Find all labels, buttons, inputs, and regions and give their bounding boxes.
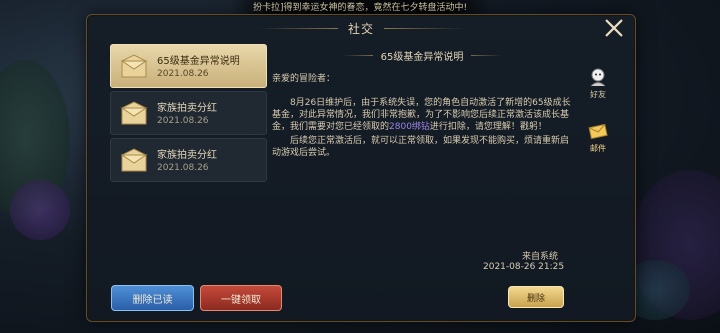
friends-icon: [590, 68, 606, 87]
header-divider: [342, 54, 373, 56]
mail-item-date: 2021.08.26: [157, 163, 209, 173]
mail-content-header: 65级基金异常说明: [272, 44, 572, 66]
panel-title-bar: 社交: [87, 15, 635, 41]
envelope-icon: [120, 54, 148, 78]
title-divider: [257, 27, 338, 29]
mail-content: 65级基金异常说明 亲爱的冒险者： 8月26日维护后，由于系统失误，您的角色自动…: [272, 44, 572, 284]
panel-title: 社交: [347, 21, 374, 36]
mail-item-date: 2021.08.26: [157, 116, 209, 126]
delete-read-button[interactable]: 删除已读: [111, 285, 194, 311]
close-icon: [605, 19, 623, 37]
mail-item-title: 65级基金异常说明: [157, 56, 240, 67]
mail-item-title: 家族拍卖分红: [157, 150, 217, 161]
mail-item-title: 家族拍卖分红: [157, 103, 217, 114]
mail-body-highlight: 2800绑钻: [389, 122, 430, 132]
mail-icon: [588, 123, 608, 140]
tab-friends-label: 好友: [590, 90, 606, 99]
envelope-icon: [120, 101, 148, 125]
header-divider: [471, 54, 502, 56]
delete-button[interactable]: 删除: [508, 286, 564, 308]
foliage-decoration: [10, 180, 70, 240]
social-tabs: 好友 邮件: [584, 66, 612, 174]
mail-list-item[interactable]: 家族拍卖分红 2021.08.26: [110, 91, 267, 135]
mail-list-item[interactable]: 家族拍卖分红 2021.08.26: [110, 138, 267, 182]
close-button[interactable]: [602, 16, 626, 40]
mail-content-title: 65级基金异常说明: [380, 51, 464, 63]
mail-item-date: 2021.08.26: [157, 69, 209, 79]
title-divider: [384, 27, 464, 29]
mail-greeting: 亲爱的冒险者：: [272, 74, 336, 84]
tab-friends[interactable]: 好友: [584, 66, 612, 112]
envelope-icon: [120, 148, 148, 172]
mail-body-paragraph: 8月26日维护后，由于系统失误，您的角色自动激活了新增的65级成长基金，对此异常…: [272, 97, 572, 133]
claim-all-button[interactable]: 一键领取: [200, 285, 282, 311]
mail-body-paragraph: 后续您正常激活后，就可以正常领取，如果发现不能购买，烦请重新启动游戏后尝试。: [272, 136, 570, 158]
mail-list: 65级基金异常说明 2021.08.26 家族拍卖分红 2021.08.26 家…: [110, 44, 267, 185]
mail-timestamp: 2021-08-26 21:25: [483, 262, 565, 272]
mail-sender: 来自系统: [522, 252, 559, 262]
mail-list-item[interactable]: 65级基金异常说明 2021.08.26: [110, 44, 267, 88]
tab-mail-label: 邮件: [590, 144, 606, 153]
mail-body-text: 进行扣除，请您理解！戳躬！: [429, 122, 547, 132]
tab-mail[interactable]: 邮件: [584, 120, 612, 166]
